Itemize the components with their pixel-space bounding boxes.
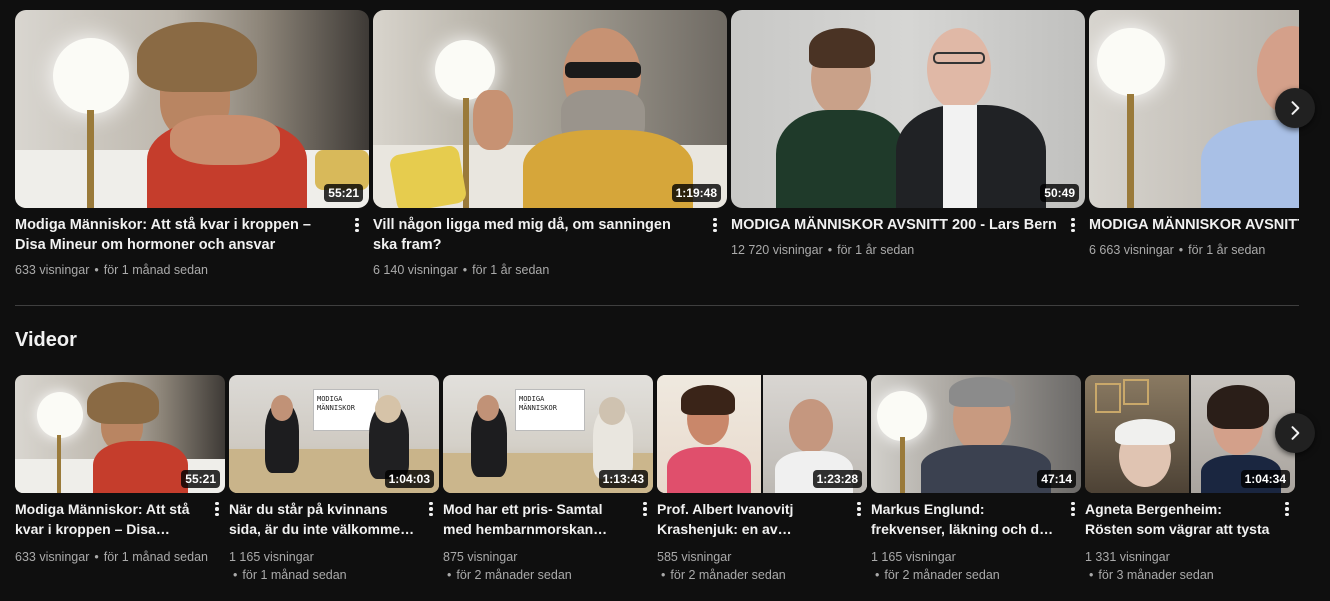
- video-duration: 1:23:28: [812, 470, 862, 488]
- video-stats: 6 663 visningar • för 1 år sedan: [1089, 243, 1266, 257]
- upload-age: för 1 år sedan: [837, 243, 915, 257]
- video-thumbnail[interactable]: 47:14: [871, 375, 1081, 493]
- more-vert-icon[interactable]: [1281, 499, 1293, 519]
- video-stats: 12 720 visningar • för 1 år sedan: [731, 243, 915, 257]
- view-count: 633 visningar: [15, 550, 90, 564]
- channel-page: 55:21 Modiga Människor: Att stå kvar i k…: [0, 0, 1330, 601]
- view-count: 1 165 visningar: [871, 550, 956, 564]
- video-title[interactable]: När du står på kvinnans sida, är du inte…: [229, 499, 417, 539]
- video-duration: 55:21: [324, 184, 363, 202]
- upload-age: för 1 månad sedan: [103, 263, 208, 277]
- upload-age: för 1 år sedan: [1188, 243, 1266, 257]
- more-vert-icon[interactable]: [351, 215, 363, 235]
- video-thumbnail[interactable]: 1:19:48: [373, 10, 727, 208]
- video-duration: 1:04:03: [384, 470, 434, 488]
- video-thumbnail[interactable]: 55:21: [15, 375, 225, 493]
- upload-age: för 3 månader sedan: [1098, 568, 1214, 582]
- video-stats: 1 165 visningar • för 2 månader sedan: [871, 548, 1059, 584]
- video-title[interactable]: MODIGA MÄNNISKOR AVSNITT 2: [1089, 215, 1299, 235]
- shelf-next-button[interactable]: [1275, 88, 1315, 128]
- thumbnail-sign-text: MODIGA MÄNNISKOR: [519, 395, 557, 412]
- section-divider: [15, 305, 1299, 306]
- video-stats: 633 visningar • för 1 månad sedan: [15, 550, 208, 564]
- video-title[interactable]: Markus Englund: frekvenser, läkning och …: [871, 499, 1059, 539]
- upload-age: för 2 månader sedan: [456, 568, 572, 582]
- video-thumbnail[interactable]: MODIGA MÄNNISKOR 1:04:03: [229, 375, 439, 493]
- view-count: 585 visningar: [657, 550, 732, 564]
- video-card[interactable]: 1:04:34 Agneta Bergenheim: Rösten som vä…: [1085, 375, 1295, 584]
- video-duration: 50:49: [1040, 184, 1079, 202]
- video-duration: 1:19:48: [671, 184, 721, 202]
- video-title[interactable]: MODIGA MÄNNISKOR AVSNITT 200 - Lars Bern: [731, 215, 1057, 235]
- view-count: 633 visningar: [15, 263, 90, 277]
- video-title[interactable]: Agneta Bergenheim: Rösten som vägrar att…: [1085, 499, 1273, 539]
- video-thumbnail[interactable]: 50:49: [731, 10, 1085, 208]
- chevron-right-icon: [1291, 101, 1300, 115]
- video-title[interactable]: Prof. Albert Ivanovitj Krashenjuk: en av…: [657, 499, 845, 539]
- more-vert-icon[interactable]: [639, 499, 651, 519]
- more-vert-icon[interactable]: [425, 499, 437, 519]
- video-card[interactable]: MODIGA MÄNNISKOR 1:13:43 Mod har ett pri…: [443, 375, 653, 584]
- view-count: 6 140 visningar: [373, 263, 458, 277]
- more-vert-icon[interactable]: [853, 499, 865, 519]
- more-vert-icon[interactable]: [1067, 215, 1079, 235]
- video-thumbnail[interactable]: MODIGA MÄNNISKOR 1:13:43: [443, 375, 653, 493]
- video-card[interactable]: MODIGA MÄNNISKOR 1:04:03 När du står på …: [229, 375, 439, 584]
- video-card[interactable]: MODIGA MÄNNISKOR AVSNITT 2 6 663 visning…: [1089, 10, 1299, 257]
- videos-shelf: 55:21 Modiga Människor: Att stå kvar i k…: [15, 375, 1296, 601]
- video-duration: 1:13:43: [598, 470, 648, 488]
- video-stats: 1 331 visningar • för 3 månader sedan: [1085, 548, 1273, 584]
- upload-age: för 1 månad sedan: [242, 568, 347, 582]
- view-count: 1 165 visningar: [229, 550, 314, 564]
- video-stats: 633 visningar • för 1 månad sedan: [15, 263, 208, 277]
- video-title[interactable]: Vill någon ligga med mig då, om sanninge…: [373, 215, 699, 255]
- upload-age: för 1 år sedan: [472, 263, 550, 277]
- featured-shelf: 55:21 Modiga Människor: Att stå kvar i k…: [15, 10, 1299, 290]
- view-count: 6 663 visningar: [1089, 243, 1174, 257]
- upload-age: för 1 månad sedan: [103, 550, 208, 564]
- view-count: 12 720 visningar: [731, 243, 823, 257]
- video-title[interactable]: Modiga Människor: Att stå kvar i kroppen…: [15, 499, 203, 539]
- video-card[interactable]: 47:14 Markus Englund: frekvenser, läknin…: [871, 375, 1081, 584]
- upload-age: för 2 månader sedan: [884, 568, 1000, 582]
- more-vert-icon[interactable]: [211, 499, 223, 519]
- video-stats: 585 visningar • för 2 månader sedan: [657, 548, 845, 584]
- section-title[interactable]: Videor: [15, 329, 77, 352]
- thumbnail-sign-text: MODIGA MÄNNISKOR: [317, 395, 355, 412]
- video-title[interactable]: Mod har ett pris- Samtal med hembarnmors…: [443, 499, 631, 539]
- video-thumbnail[interactable]: 1:23:28: [657, 375, 867, 493]
- more-vert-icon[interactable]: [709, 215, 721, 235]
- chevron-right-icon: [1291, 426, 1300, 440]
- video-duration: 55:21: [181, 470, 220, 488]
- video-stats: 1 165 visningar • för 1 månad sedan: [229, 548, 417, 584]
- video-title[interactable]: Modiga Människor: Att stå kvar i kroppen…: [15, 215, 341, 255]
- video-card[interactable]: 1:23:28 Prof. Albert Ivanovitj Krashenju…: [657, 375, 867, 584]
- video-stats: 875 visningar • för 2 månader sedan: [443, 548, 631, 584]
- video-stats: 6 140 visningar • för 1 år sedan: [373, 263, 550, 277]
- view-count: 1 331 visningar: [1085, 550, 1170, 564]
- video-card[interactable]: 55:21 Modiga Människor: Att stå kvar i k…: [15, 10, 369, 277]
- upload-age: för 2 månader sedan: [670, 568, 786, 582]
- video-duration: 1:04:34: [1240, 470, 1290, 488]
- video-card[interactable]: 50:49 MODIGA MÄNNISKOR AVSNITT 200 - Lar…: [731, 10, 1085, 257]
- video-thumbnail[interactable]: [1089, 10, 1299, 208]
- view-count: 875 visningar: [443, 550, 518, 564]
- video-card[interactable]: 55:21 Modiga Människor: Att stå kvar i k…: [15, 375, 225, 566]
- video-thumbnail[interactable]: 55:21: [15, 10, 369, 208]
- more-vert-icon[interactable]: [1067, 499, 1079, 519]
- video-card[interactable]: 1:19:48 Vill någon ligga med mig då, om …: [373, 10, 727, 277]
- video-thumbnail[interactable]: 1:04:34: [1085, 375, 1295, 493]
- video-duration: 47:14: [1037, 470, 1076, 488]
- shelf-next-button[interactable]: [1275, 413, 1315, 453]
